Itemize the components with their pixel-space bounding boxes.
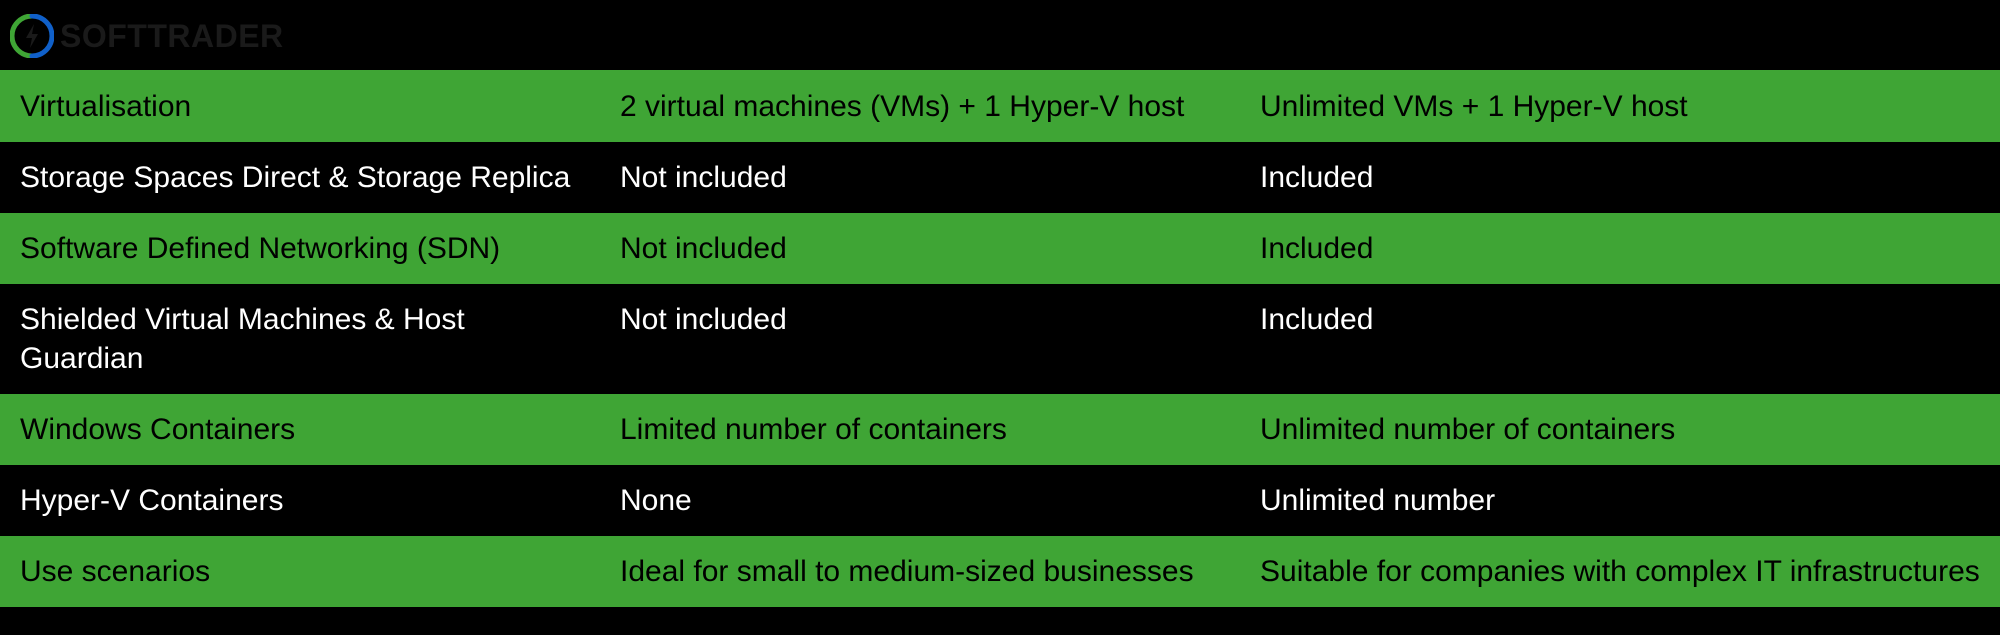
table-row: Hyper-V Containers None Unlimited number (0, 465, 2000, 536)
datacentre-cell: Included (1240, 284, 2000, 394)
lightning-icon (10, 14, 54, 58)
table-row: Shielded Virtual Machines & Host Guardia… (0, 284, 2000, 394)
datacentre-cell: Unlimited number (1240, 465, 2000, 536)
feature-cell: Storage Spaces Direct & Storage Replica (0, 142, 600, 213)
standard-cell: Not included (600, 284, 1240, 394)
feature-cell: Software Defined Networking (SDN) (0, 213, 600, 284)
standard-cell: 2 virtual machines (VMs) + 1 Hyper-V hos… (600, 71, 1240, 142)
comparison-table: Virtualisation 2 virtual machines (VMs) … (0, 0, 2000, 607)
feature-cell: Hyper-V Containers (0, 465, 600, 536)
table-row: Virtualisation 2 virtual machines (VMs) … (0, 70, 2000, 142)
feature-cell: Use scenarios (0, 536, 600, 607)
table-row: Use scenarios Ideal for small to medium-… (0, 536, 2000, 607)
table-row: Windows Containers Limited number of con… (0, 394, 2000, 465)
table-row: Storage Spaces Direct & Storage Replica … (0, 142, 2000, 213)
standard-cell: Not included (600, 142, 1240, 213)
datacentre-cell: Unlimited VMs + 1 Hyper-V host (1240, 71, 2000, 142)
feature-cell: Virtualisation (0, 71, 600, 142)
datacentre-cell: Suitable for companies with complex IT i… (1240, 536, 2000, 607)
feature-cell: Windows Containers (0, 394, 600, 465)
datacentre-cell: Included (1240, 142, 2000, 213)
feature-cell: Shielded Virtual Machines & Host Guardia… (0, 284, 600, 394)
datacentre-cell: Unlimited number of containers (1240, 394, 2000, 465)
brand-logo: SOFTTRADER (10, 14, 284, 58)
table-row: Software Defined Networking (SDN) Not in… (0, 213, 2000, 284)
standard-cell: Not included (600, 213, 1240, 284)
datacentre-cell: Included (1240, 213, 2000, 284)
standard-cell: None (600, 465, 1240, 536)
brand-name: SOFTTRADER (60, 18, 284, 55)
standard-cell: Limited number of containers (600, 394, 1240, 465)
standard-cell: Ideal for small to medium-sized business… (600, 536, 1240, 607)
